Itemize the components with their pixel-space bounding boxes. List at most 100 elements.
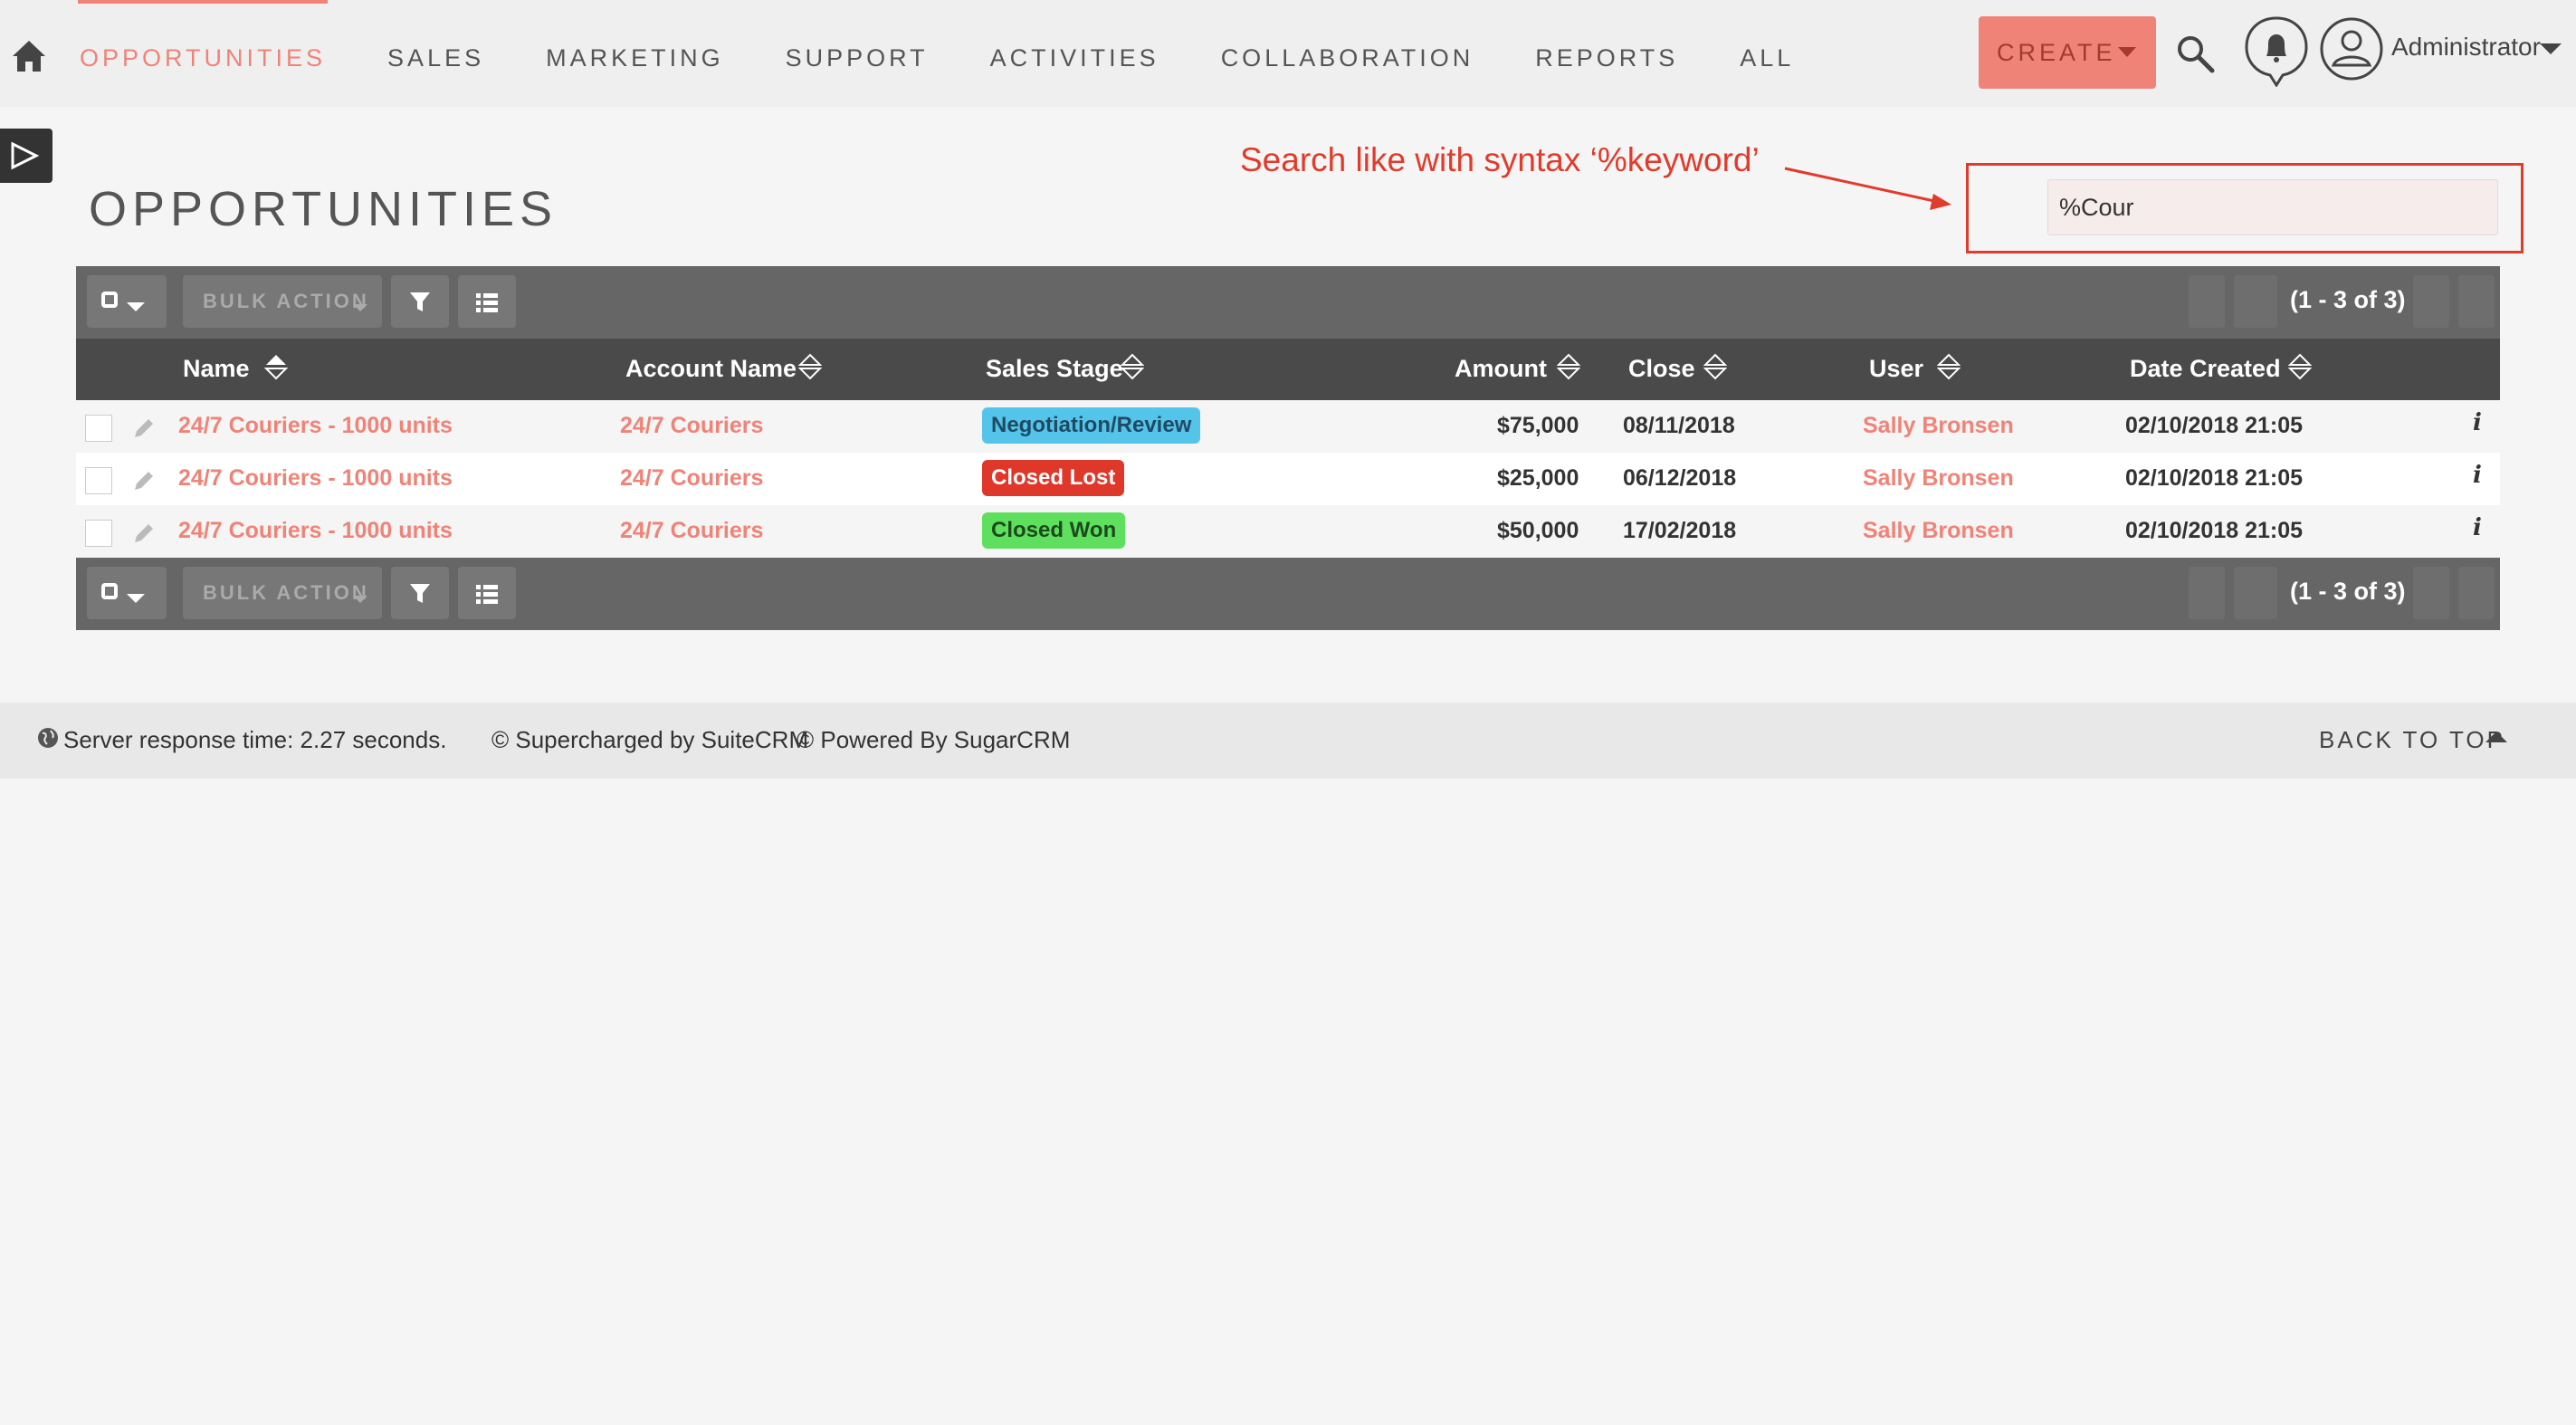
filter-icon: [410, 584, 430, 603]
filter-icon: [410, 292, 430, 311]
sort-icon[interactable]: [264, 353, 288, 380]
list-icon: [476, 585, 498, 604]
table-row: 24/7 Couriers - 1000 units 24/7 Couriers…: [76, 505, 2500, 558]
opportunity-name-link[interactable]: 24/7 Couriers - 1000 units: [178, 518, 453, 544]
create-button[interactable]: CREATE: [1979, 16, 2156, 89]
chevron-up-icon[interactable]: [2485, 732, 2507, 742]
row-checkbox[interactable]: [85, 415, 112, 442]
amount-value: $75,000: [1497, 413, 1579, 438]
assigned-user-link[interactable]: Sally Bronsen: [1863, 465, 2014, 492]
bulk-action-label: BULK ACTION: [203, 290, 369, 312]
assigned-user-link[interactable]: Sally Bronsen: [1863, 518, 2014, 544]
column-header-name[interactable]: Name: [183, 355, 250, 383]
pagination-first-button[interactable]: [2189, 567, 2225, 619]
list-icon: [476, 293, 498, 312]
pagination-count: (1 - 3 of 3): [2290, 286, 2406, 313]
account-name-link[interactable]: 24/7 Couriers: [620, 465, 763, 492]
sort-icon[interactable]: [2288, 353, 2312, 380]
pagination-prev-button[interactable]: [2234, 567, 2277, 619]
pagination-last-button[interactable]: [2458, 275, 2495, 328]
sort-icon[interactable]: [798, 353, 822, 380]
amount-value: $50,000: [1497, 518, 1579, 543]
footer: Server response time: 2.27 seconds. © Su…: [0, 703, 2576, 779]
column-header-sales-stage[interactable]: Sales Stage: [986, 355, 1123, 383]
select-all-dropdown[interactable]: [87, 275, 167, 328]
close-date-value: 17/02/2018: [1623, 518, 1737, 543]
pencil-icon[interactable]: [130, 520, 157, 547]
assigned-user-link[interactable]: Sally Bronsen: [1863, 413, 2014, 439]
close-date-value: 06/12/2018: [1623, 465, 1737, 491]
supercharged-by-link[interactable]: © Supercharged by SuiteCRM: [491, 726, 808, 754]
info-icon[interactable]: i: [2473, 409, 2482, 436]
nav-item-sales[interactable]: SALES: [387, 0, 484, 107]
account-name-link[interactable]: 24/7 Couriers: [620, 413, 763, 439]
pencil-icon[interactable]: [130, 415, 157, 442]
list-toolbar-top: BULK ACTION (1 - 3 of 3): [76, 266, 2500, 339]
search-input[interactable]: [2047, 179, 2498, 235]
nav-item-opportunities[interactable]: OPPORTUNITIES: [77, 0, 329, 107]
nav-item-support[interactable]: SUPPORT: [786, 0, 929, 107]
column-header-amount[interactable]: Amount: [1455, 355, 1547, 383]
nav-item-marketing[interactable]: MARKETING: [546, 0, 724, 107]
sort-icon[interactable]: [1557, 353, 1580, 380]
pagination-count: (1 - 3 of 3): [2290, 578, 2406, 605]
bulk-action-button[interactable]: BULK ACTION: [183, 275, 382, 328]
top-navigation: OPPORTUNITIES SALES MARKETING SUPPORT AC…: [0, 0, 2576, 107]
pagination-next-button[interactable]: [2413, 567, 2449, 619]
info-icon[interactable]: i: [2473, 462, 2482, 489]
nav-items: OPPORTUNITIES SALES MARKETING SUPPORT AC…: [77, 0, 1856, 107]
column-header-account-name[interactable]: Account Name: [625, 355, 797, 383]
pagination-next-button[interactable]: [2413, 275, 2449, 328]
pagination-first-button[interactable]: [2189, 275, 2225, 328]
row-checkbox[interactable]: [85, 467, 112, 494]
bell-icon[interactable]: [2243, 14, 2310, 87]
column-header-user[interactable]: User: [1869, 355, 1923, 383]
info-icon[interactable]: i: [2473, 514, 2482, 541]
status-badge: Negotiation/Review: [982, 407, 1201, 444]
chevron-down-icon[interactable]: [2540, 43, 2562, 54]
user-menu-label[interactable]: Administrator: [2391, 33, 2541, 62]
search-icon[interactable]: [2174, 33, 2216, 74]
bulk-action-label: BULK ACTION: [203, 581, 369, 604]
nav-item-all[interactable]: ALL: [1740, 0, 1794, 107]
column-header-close[interactable]: Close: [1628, 355, 1695, 383]
pagination-last-button[interactable]: [2458, 567, 2495, 619]
chevron-down-icon: [353, 596, 367, 603]
select-all-dropdown[interactable]: [87, 567, 167, 619]
sidebar-toggle-button[interactable]: [0, 129, 52, 183]
list-toolbar-bottom: BULK ACTION (1 - 3 of 3): [76, 558, 2500, 630]
column-chooser-button[interactable]: [458, 275, 516, 328]
nav-item-reports[interactable]: REPORTS: [1535, 0, 1678, 107]
row-checkbox[interactable]: [85, 520, 112, 547]
nav-item-collaboration[interactable]: COLLABORATION: [1221, 0, 1474, 107]
sort-icon[interactable]: [1703, 353, 1727, 380]
server-response-time: Server response time: 2.27 seconds.: [63, 726, 447, 753]
back-to-top-link[interactable]: BACK TO TOP: [2319, 726, 2505, 754]
filter-button[interactable]: [391, 567, 449, 619]
status-badge: Closed Won: [982, 512, 1126, 549]
powered-by-link[interactable]: © Powered By SugarCRM: [797, 726, 1070, 754]
pagination-prev-button[interactable]: [2234, 275, 2277, 328]
column-chooser-button[interactable]: [458, 567, 516, 619]
create-button-label: CREATE: [1997, 39, 2116, 66]
sort-icon[interactable]: [1937, 353, 1961, 380]
filter-button[interactable]: [391, 275, 449, 328]
page-title: OPPORTUNITIES: [89, 182, 558, 236]
globe-icon: [38, 728, 58, 748]
chevron-down-icon: [127, 594, 145, 603]
annotation-text: Search like with syntax ‘%keyword’: [1240, 141, 1760, 178]
nav-item-activities[interactable]: ACTIVITIES: [990, 0, 1159, 107]
opportunity-name-link[interactable]: 24/7 Couriers - 1000 units: [178, 465, 453, 492]
sort-icon[interactable]: [1121, 353, 1144, 380]
bulk-action-button[interactable]: BULK ACTION: [183, 567, 382, 619]
date-created-value: 02/10/2018 21:05: [2125, 518, 2304, 543]
chevron-down-icon: [127, 302, 145, 311]
pencil-icon[interactable]: [130, 467, 157, 494]
chevron-down-icon: [353, 304, 367, 311]
table-header: Name Account Name Sales Stage Amount Clo…: [76, 339, 2500, 400]
opportunity-name-link[interactable]: 24/7 Couriers - 1000 units: [178, 413, 453, 439]
account-name-link[interactable]: 24/7 Couriers: [620, 518, 763, 544]
column-header-date-created[interactable]: Date Created: [2130, 355, 2281, 383]
home-icon[interactable]: [11, 38, 47, 74]
avatar[interactable]: [2319, 16, 2384, 81]
